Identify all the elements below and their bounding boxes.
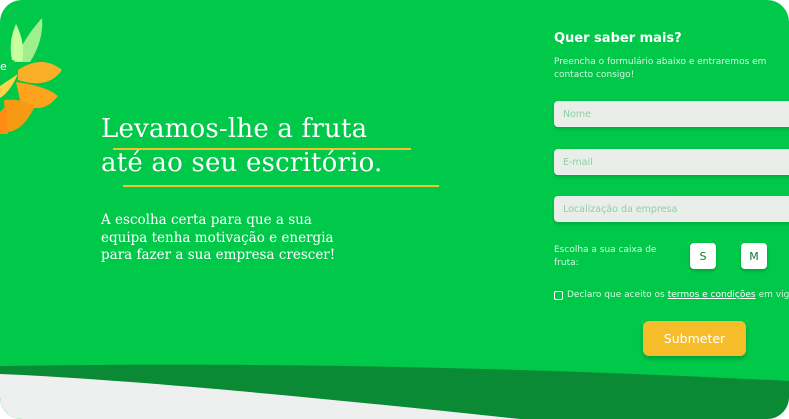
submit-button[interactable]: Submeter xyxy=(643,321,746,356)
title-underline-1 xyxy=(113,148,411,150)
box-size-m-button[interactable]: M xyxy=(741,243,767,269)
landing-card: e Levamos-lhe a fruta até ao seu escritó… xyxy=(0,0,789,419)
title-underline-2 xyxy=(123,185,439,187)
form-title: Quer saber mais? xyxy=(554,31,682,46)
hero-subtitle: A escolha certa para que a sua equipa te… xyxy=(101,212,421,265)
company-location-input[interactable] xyxy=(554,196,789,222)
hero-title-line-1: Levamos-lhe a fruta xyxy=(101,114,368,144)
box-size-label: Escolha a sua caixa de fruta: xyxy=(554,245,657,268)
contact-form: Quer saber mais? Preencha o formulário a… xyxy=(554,0,789,419)
hero-section: Levamos-lhe a fruta até ao seu escritóri… xyxy=(101,112,439,263)
hero-subtitle-line-1: A escolha certa para que a sua xyxy=(101,212,312,228)
terms-link[interactable]: termos e condições xyxy=(668,290,756,300)
consent-checkbox[interactable] xyxy=(554,290,563,300)
svg-text:e: e xyxy=(0,60,7,73)
form-description: Preencha o formulário abaixo e entraremo… xyxy=(554,57,767,80)
consent-row: Declaro que aceito os termos e condições… xyxy=(554,290,789,300)
name-input[interactable] xyxy=(554,101,789,127)
orange-slice-logo-icon: e xyxy=(0,18,62,134)
hero-title-line-2: até ao seu escritório. xyxy=(101,148,383,178)
hero-subtitle-line-2: equipa tenha motivação e energia xyxy=(101,229,334,246)
hero-title: Levamos-lhe a fruta até ao seu escritóri… xyxy=(101,112,383,180)
box-size-s-button[interactable]: S xyxy=(690,243,716,269)
consent-prefix-text: Declaro que aceito os xyxy=(567,290,665,300)
email-input[interactable] xyxy=(554,149,789,175)
consent-suffix-text: em vigor xyxy=(758,290,789,300)
hero-subtitle-line-3: para fazer a sua empresa crescer! xyxy=(101,247,336,263)
